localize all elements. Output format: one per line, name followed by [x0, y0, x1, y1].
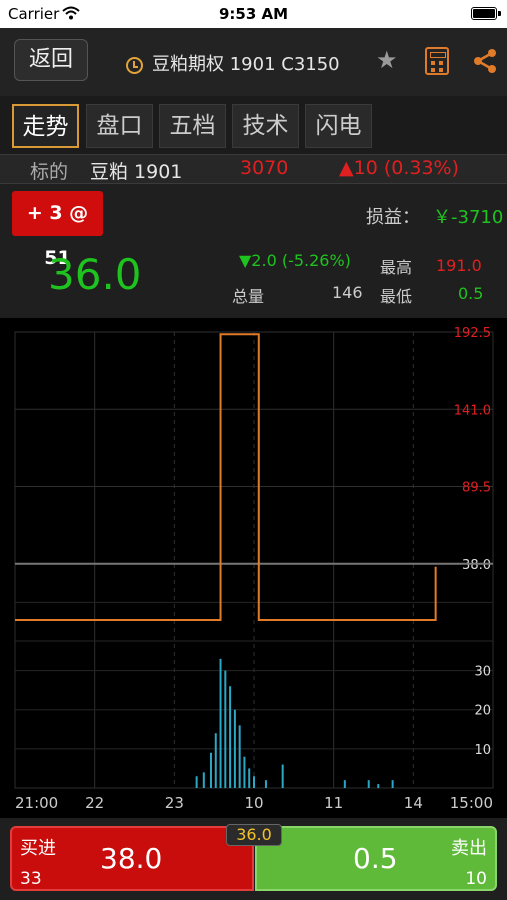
- page-title: 豆粕期权 1901 C3150: [152, 54, 340, 75]
- x-tick-label: 14: [404, 794, 423, 812]
- y-tick-label: 141.0: [454, 403, 491, 418]
- back-button[interactable]: 返回: [14, 39, 88, 81]
- pnl-label: 损益：: [366, 207, 420, 228]
- vol-y-tick-label: 20: [474, 704, 491, 719]
- pnl-value: ￥-3710: [433, 207, 504, 228]
- status-bar: Carrier 9:53 AM: [0, 0, 507, 28]
- share-icon[interactable]: [470, 44, 500, 78]
- underlying-bar: 标的 豆粕 1901 3070 ▲10 (0.33%): [0, 154, 507, 184]
- battery-tip: [498, 11, 501, 16]
- high-value: 191.0: [436, 256, 482, 275]
- volume-bar: [209, 752, 212, 788]
- volume-bar: [264, 780, 267, 788]
- tab-technical[interactable]: 技术: [232, 104, 299, 148]
- volume-bar: [281, 764, 284, 788]
- volume-bar: [214, 733, 217, 788]
- buy-button[interactable]: 买进 33 38.0: [10, 826, 254, 891]
- y-tick-label: 38.0: [462, 558, 491, 573]
- volume-value: 146: [332, 283, 363, 302]
- calculator-icon[interactable]: [425, 47, 449, 75]
- underlying-label: 标的: [30, 161, 69, 183]
- volume-bar: [367, 780, 370, 788]
- price-line: [15, 333, 437, 621]
- low-label: 最低: [380, 287, 413, 306]
- volume-bar: [229, 686, 232, 788]
- buy-price: 38.0: [100, 842, 163, 875]
- volume-bar: [243, 756, 246, 788]
- high-label: 最高: [380, 258, 413, 277]
- vol-y-tick-label: 30: [474, 665, 491, 680]
- x-tick-label: 11: [324, 794, 343, 812]
- tab-five-level[interactable]: 五档: [159, 104, 226, 148]
- chart-area[interactable]: 21:00 22 23 10 11 14 15:00 192.5 141.0 89.5 38.0 30…: [0, 318, 507, 818]
- tab-flash[interactable]: 闪电: [305, 104, 372, 148]
- y-tick-label: 89.5: [462, 481, 491, 496]
- y-tick-label: 192.5: [454, 326, 491, 341]
- vol-y-tick-label: 10: [474, 743, 491, 758]
- volume-bar: [248, 768, 251, 788]
- mid-price-badge: 36.0: [226, 824, 282, 846]
- sell-qty: 10: [465, 869, 487, 889]
- tab-orderbook[interactable]: 盘口: [86, 104, 153, 148]
- low-value: 0.5: [458, 284, 484, 303]
- status-time: 9:53 AM: [218, 5, 289, 23]
- volume-bar: [377, 784, 380, 788]
- x-tick-label: 21:00: [15, 794, 58, 812]
- x-tick-label: 23: [165, 794, 184, 812]
- nav-bar: 返回 豆粕期权 1901 C3150 ★: [0, 28, 507, 96]
- sell-price: 0.5: [353, 842, 398, 875]
- volume-bar: [343, 780, 346, 788]
- x-tick-label: 10: [244, 794, 263, 812]
- sell-button[interactable]: 卖出 10 0.5: [255, 826, 497, 891]
- trade-bar: 买进 33 38.0 36.0 卖出 10 0.5: [0, 818, 507, 900]
- buy-label: 买进: [20, 838, 56, 859]
- sell-label: 卖出: [451, 838, 487, 859]
- underlying-name: 豆粕 1901: [90, 161, 183, 183]
- volume-label: 总量: [232, 287, 265, 306]
- last-price: 36.0: [48, 250, 142, 299]
- star-icon[interactable]: ★: [376, 46, 398, 74]
- underlying-price: 3070: [240, 157, 289, 179]
- buy-qty: 33: [20, 869, 42, 889]
- x-tick-label: 15:00: [450, 794, 493, 812]
- volume-bar: [253, 776, 255, 788]
- price-change: ▼2.0 (-5.26%): [239, 251, 351, 270]
- volume-bar: [224, 670, 227, 788]
- volume-bar: [195, 776, 198, 788]
- volume-bar: [238, 725, 241, 788]
- position-badge[interactable]: + 3 @ 51: [12, 191, 103, 269]
- chart-svg[interactable]: 21:00 22 23 10 11 14 15:00 192.5 141.0 89.5 38.0 30…: [0, 318, 507, 818]
- volume-bar: [202, 772, 205, 788]
- battery-icon: [471, 7, 497, 20]
- underlying-change: ▲10 (0.33%): [339, 157, 460, 179]
- volume-bar: [391, 780, 394, 788]
- tab-trend[interactable]: 走势: [12, 104, 79, 148]
- volume-bar: [219, 658, 222, 788]
- clock-icon: [126, 57, 143, 74]
- volume-bar: [233, 709, 236, 788]
- tab-bar: 走势 盘口 五档 技术 闪电: [0, 96, 507, 154]
- x-tick-label: 22: [85, 794, 104, 812]
